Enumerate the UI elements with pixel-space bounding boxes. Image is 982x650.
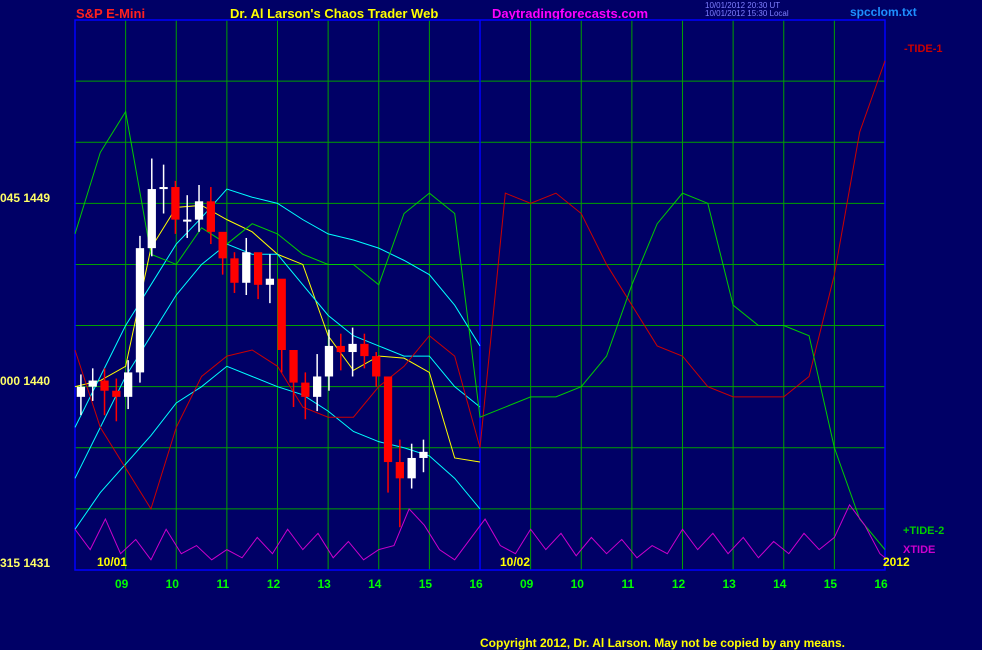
price-bar-body (76, 386, 86, 397)
x-tick-label: 13 (317, 577, 331, 591)
price-bar-body (277, 278, 286, 350)
price-bar-body (206, 201, 215, 232)
x-tick-label: 11 (217, 577, 230, 591)
price-bar-body (301, 382, 310, 397)
price-bar-body (147, 189, 156, 249)
price-bar-body (265, 278, 275, 285)
price-bar-body (194, 201, 204, 220)
price-bar-body (112, 390, 121, 397)
price-bar-body (100, 380, 109, 391)
price-bar-body (183, 219, 192, 222)
series-label: +TIDE-2 (903, 525, 944, 537)
price-bar-body (124, 372, 133, 397)
chart-canvas: 09 10 11 12 13 14 15 16 09 10 11 12 13 14 15 16 10/01 10/… (74, 19, 944, 591)
price-bar-body (253, 252, 263, 285)
price-bar-body (324, 345, 334, 377)
price-bar-body (419, 451, 428, 458)
price-bar-body (159, 187, 168, 190)
price-bar-body (372, 356, 381, 377)
price-bar-body (88, 380, 97, 387)
price-bar-body (383, 376, 393, 463)
x-tick-label: 13 (722, 577, 736, 591)
date-label: 2012 (883, 555, 910, 569)
price-bar-body (360, 343, 369, 357)
price-bar-body (336, 345, 345, 353)
x-tick-label: 16 (874, 577, 888, 591)
price-bar-body (395, 462, 404, 479)
series-label: XTIDE (903, 544, 935, 556)
x-tick-label: 10 (166, 577, 180, 591)
price-bar-body (242, 252, 251, 283)
x-tick-label: 10 (571, 577, 585, 591)
price-bar-body (171, 187, 180, 220)
x-tick-label: 14 (368, 577, 382, 591)
price-bar-body (313, 376, 322, 397)
x-tick-label: 11 (622, 577, 635, 591)
price-bar-body (218, 231, 227, 259)
x-tick-label: 09 (520, 577, 534, 591)
price-bar-body (289, 350, 298, 383)
price-bar-body (407, 457, 416, 479)
series-label: -TIDE-1 (904, 43, 943, 55)
price-bar-body (348, 343, 357, 353)
x-tick-label: 09 (115, 577, 129, 591)
x-tick-label: 15 (824, 577, 838, 591)
date-label: 10/01 (97, 555, 127, 569)
x-tick-label: 12 (267, 577, 281, 591)
x-tick-label: 12 (672, 577, 686, 591)
price-bar-body (135, 248, 145, 373)
x-tick-label: 16 (469, 577, 483, 591)
price-bar-body (230, 258, 239, 283)
copyright-notice: Copyright 2012, Dr. Al Larson. May not b… (480, 636, 845, 650)
x-tick-label: 15 (419, 577, 433, 591)
date-label: 10/02 (500, 555, 530, 569)
x-tick-label: 14 (773, 577, 787, 591)
